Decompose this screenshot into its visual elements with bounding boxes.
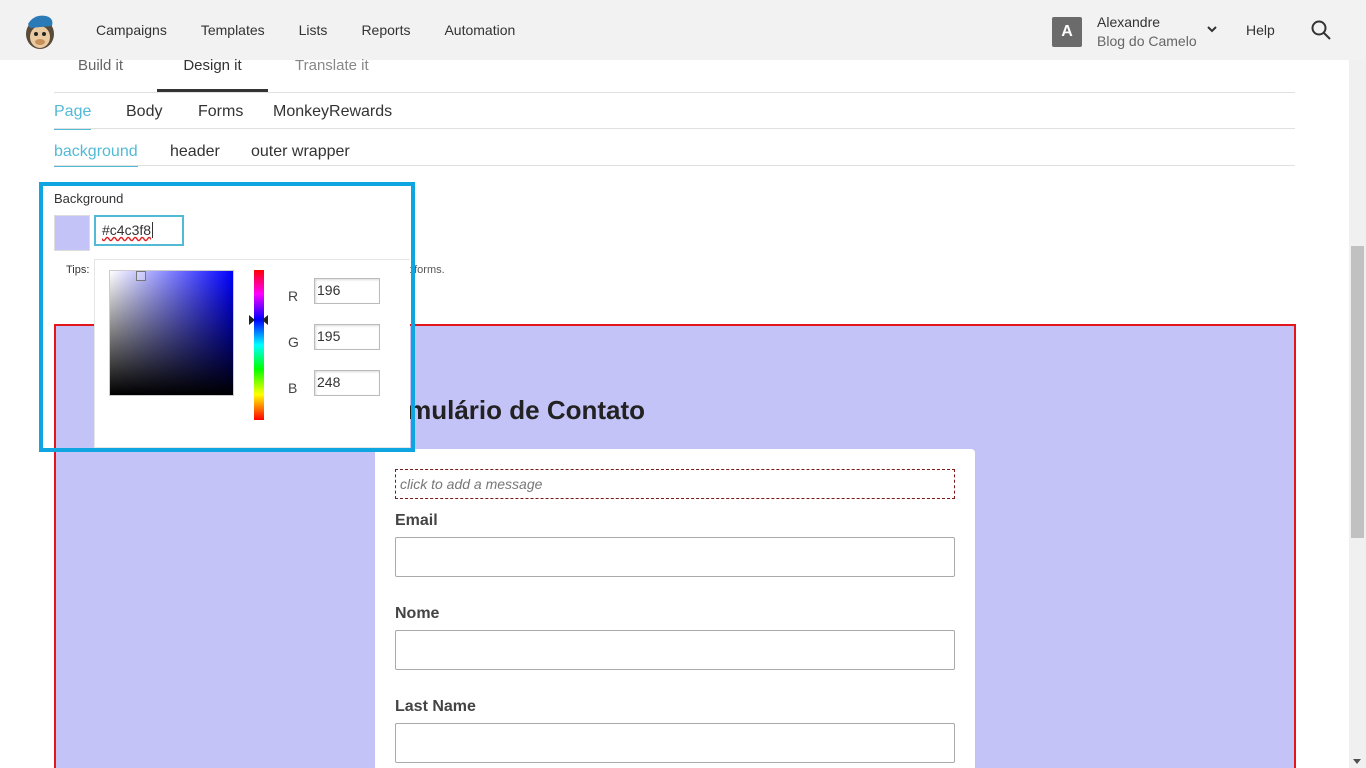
hex-color-input[interactable]: #c4c3f8​ bbox=[94, 215, 184, 246]
nome-field[interactable] bbox=[395, 630, 955, 670]
scrollbar-thumb[interactable] bbox=[1351, 246, 1364, 538]
user-org[interactable]: Blog do Camelo bbox=[1097, 33, 1197, 49]
tab-body[interactable]: Body bbox=[126, 103, 162, 121]
avatar[interactable]: A bbox=[1052, 17, 1082, 47]
background-label: Background bbox=[54, 191, 124, 206]
field-label-email: Email bbox=[395, 512, 438, 529]
sv-handle[interactable] bbox=[136, 271, 146, 281]
message-placeholder[interactable]: click to add a message bbox=[395, 469, 955, 499]
hue-slider[interactable] bbox=[254, 270, 264, 420]
tab-background[interactable]: background bbox=[54, 143, 138, 167]
b-label: B bbox=[288, 380, 298, 396]
nav-templates[interactable]: Templates bbox=[201, 22, 265, 38]
b-input[interactable]: 248 bbox=[314, 370, 380, 396]
tab-header[interactable]: header bbox=[170, 143, 220, 161]
tab-forms[interactable]: Forms bbox=[198, 103, 243, 121]
step-build-it[interactable]: Build it bbox=[78, 58, 123, 92]
color-swatch[interactable] bbox=[54, 215, 90, 251]
page-tabs: background header outer wrapper bbox=[54, 129, 1295, 167]
step-design-it[interactable]: Design it bbox=[157, 58, 268, 92]
page-scrollbar[interactable] bbox=[1349, 60, 1366, 768]
tab-monkeyrewards[interactable]: MonkeyRewards bbox=[273, 103, 392, 121]
field-label-nome: Nome bbox=[395, 605, 440, 622]
hue-handle-right-icon[interactable] bbox=[262, 315, 268, 325]
r-label: R bbox=[288, 288, 299, 304]
nav-reports[interactable]: Reports bbox=[361, 22, 410, 38]
design-tabs: Page Body Forms MonkeyRewards bbox=[54, 93, 1295, 130]
search-icon[interactable] bbox=[1310, 19, 1332, 41]
mailchimp-logo-icon[interactable] bbox=[22, 12, 58, 50]
steps-tabs: Build it Design it Translate it bbox=[54, 58, 1295, 93]
nav-automation[interactable]: Automation bbox=[444, 22, 515, 38]
help-link[interactable]: Help bbox=[1246, 22, 1275, 38]
tab-outer-wrapper[interactable]: outer wrapper bbox=[251, 143, 350, 161]
chevron-down-icon[interactable] bbox=[1205, 22, 1219, 36]
field-label-last-name: Last Name bbox=[395, 698, 476, 715]
form-title[interactable]: rmulário de Contato bbox=[398, 395, 645, 426]
top-nav: Campaigns Templates Lists Reports Automa… bbox=[0, 0, 1366, 60]
g-input[interactable]: 195 bbox=[314, 324, 380, 350]
r-input[interactable]: 196 bbox=[314, 278, 380, 304]
email-field[interactable] bbox=[395, 537, 955, 577]
g-label: G bbox=[288, 334, 299, 350]
hex-value: #c4c3f8 bbox=[102, 222, 152, 238]
text-cursor: ​ bbox=[152, 222, 154, 238]
nav-lists[interactable]: Lists bbox=[299, 22, 328, 38]
hue-handle-left-icon[interactable] bbox=[249, 315, 255, 325]
nav-campaigns[interactable]: Campaigns bbox=[96, 22, 167, 38]
user-name[interactable]: Alexandre bbox=[1097, 14, 1160, 30]
scroll-down-icon[interactable] bbox=[1353, 759, 1361, 764]
tab-page[interactable]: Page bbox=[54, 103, 92, 130]
saturation-value-box[interactable] bbox=[109, 270, 234, 396]
last-name-field[interactable] bbox=[395, 723, 955, 763]
step-translate-it[interactable]: Translate it bbox=[295, 58, 369, 92]
